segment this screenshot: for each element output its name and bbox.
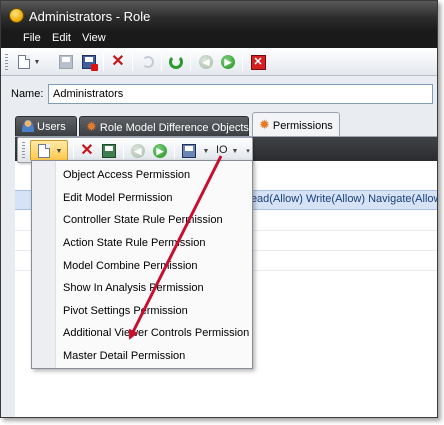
undo-icon — [142, 56, 154, 68]
toolbar-separator — [242, 53, 243, 71]
save-and-close-icon — [82, 55, 98, 71]
dropdown-arrow-icon: ▼ — [55, 147, 63, 155]
menu-item-master-detail-permission[interactable]: Master Detail Permission — [63, 350, 185, 362]
menu-icon-margin — [32, 161, 56, 368]
delete-button[interactable]: ✕ — [109, 53, 127, 71]
close-button[interactable]: ✕ — [249, 53, 267, 71]
toolbar-separator — [132, 53, 133, 71]
menu-view[interactable]: View — [82, 32, 106, 44]
chevron-down-icon: ▾ — [246, 148, 250, 155]
toolbar-separator — [161, 53, 162, 71]
print-icon — [182, 144, 196, 158]
next-icon: ▶ — [221, 55, 235, 69]
new-icon — [18, 55, 30, 69]
delete-icon: ✕ — [111, 53, 125, 70]
next-button[interactable]: ▶ — [219, 53, 237, 71]
menu-edit[interactable]: Edit — [52, 32, 71, 44]
name-label: Name: — [11, 88, 44, 100]
save-icon — [59, 55, 73, 69]
toolbar-separator — [190, 53, 191, 71]
menu-item-model-combine-permission[interactable]: Model Combine Permission — [63, 260, 198, 272]
tab-permissions-label: Permissions — [272, 120, 333, 132]
print-dropdown[interactable]: ▼ — [201, 142, 211, 160]
close-icon: ✕ — [250, 54, 266, 70]
new-permission-menu: Object Access Permission Edit Model Perm… — [31, 160, 253, 369]
new-dropdown-button[interactable]: ▼ — [32, 53, 42, 71]
new-icon — [38, 144, 50, 158]
next-record-button[interactable]: ▶ — [151, 142, 169, 160]
toolbar-separator — [103, 53, 104, 71]
previous-icon: ◀ — [131, 144, 145, 158]
menu-file[interactable]: File — [23, 32, 41, 44]
save-and-close-button[interactable] — [80, 53, 98, 71]
menu-item-controller-state-rule-permission[interactable]: Controller State Rule Permission — [63, 214, 223, 226]
delete-icon: ✕ — [80, 142, 94, 159]
main-toolbar: ▼ ✕ ◀ ▶ ✕ — [1, 48, 437, 76]
toolbar-grip[interactable] — [22, 142, 25, 158]
toolbar-separator — [123, 141, 124, 159]
dropdown-arrow-icon: ▼ — [202, 147, 210, 155]
print-button[interactable] — [180, 142, 198, 160]
toolbar-separator — [174, 141, 175, 159]
new-permission-icon-wrap — [35, 142, 53, 160]
tab-users-label: Users — [37, 121, 66, 133]
tab-permissions[interactable]: ✹ Permissions — [252, 112, 340, 136]
io-label[interactable]: IO — [216, 144, 228, 156]
app-icon — [9, 8, 24, 23]
edit-icon — [102, 144, 116, 158]
refresh-icon — [169, 55, 183, 69]
users-icon — [22, 120, 34, 132]
window-title: Administrators - Role — [29, 9, 151, 24]
permission-cell: Read(Allow) Write(Allow) Navigate(Allow)… — [243, 193, 438, 205]
previous-button[interactable]: ◀ — [197, 53, 215, 71]
new-button[interactable] — [15, 53, 33, 71]
dropdown-arrow-icon: ▼ — [231, 147, 239, 155]
toolbar-separator — [73, 141, 74, 159]
refresh-button[interactable] — [167, 53, 185, 71]
previous-record-button[interactable]: ◀ — [129, 142, 147, 160]
edit-permission-button[interactable] — [100, 142, 118, 160]
gear-icon: ✹ — [259, 117, 270, 132]
delete-permission-button[interactable]: ✕ — [78, 142, 96, 160]
next-icon: ▶ — [153, 144, 167, 158]
io-dropdown[interactable]: ▼ — [230, 142, 240, 160]
name-field[interactable]: Administrators — [48, 84, 433, 104]
menu-item-additional-viewer-controls-permission[interactable]: Additional Viewer Controls Permission — [63, 327, 249, 339]
undo-button[interactable] — [139, 53, 157, 71]
tab-role-model-label: Role Model Difference Objects — [99, 122, 249, 134]
tab-users[interactable]: Users — [15, 116, 77, 136]
role-window: Administrators - Role File Edit View ▼ ✕… — [0, 0, 438, 418]
new-permission-dropdown[interactable]: ▼ — [54, 142, 64, 160]
menu-bar: File Edit View — [1, 30, 437, 48]
save-button[interactable] — [57, 53, 75, 71]
dropdown-arrow-icon: ▼ — [33, 58, 41, 66]
menu-item-action-state-rule-permission[interactable]: Action State Rule Permission — [63, 237, 205, 249]
menu-item-show-in-analysis-permission[interactable]: Show In Analysis Permission — [63, 282, 204, 294]
gear-icon: ✹ — [86, 119, 97, 134]
toolbar-overflow[interactable]: ▾ — [244, 142, 252, 160]
title-bar: Administrators - Role — [1, 1, 437, 30]
menu-item-object-access-permission[interactable]: Object Access Permission — [63, 169, 190, 181]
menu-item-edit-model-permission[interactable]: Edit Model Permission — [63, 192, 172, 204]
toolbar-grip[interactable] — [5, 54, 8, 70]
tab-role-model-difference-objects[interactable]: ✹ Role Model Difference Objects — [79, 116, 249, 136]
previous-icon: ◀ — [199, 55, 213, 69]
tab-strip: Users ✹ Role Model Difference Objects ✹ Pe… — [15, 112, 437, 136]
menu-item-pivot-settings-permission[interactable]: Pivot Settings Permission — [63, 305, 188, 317]
